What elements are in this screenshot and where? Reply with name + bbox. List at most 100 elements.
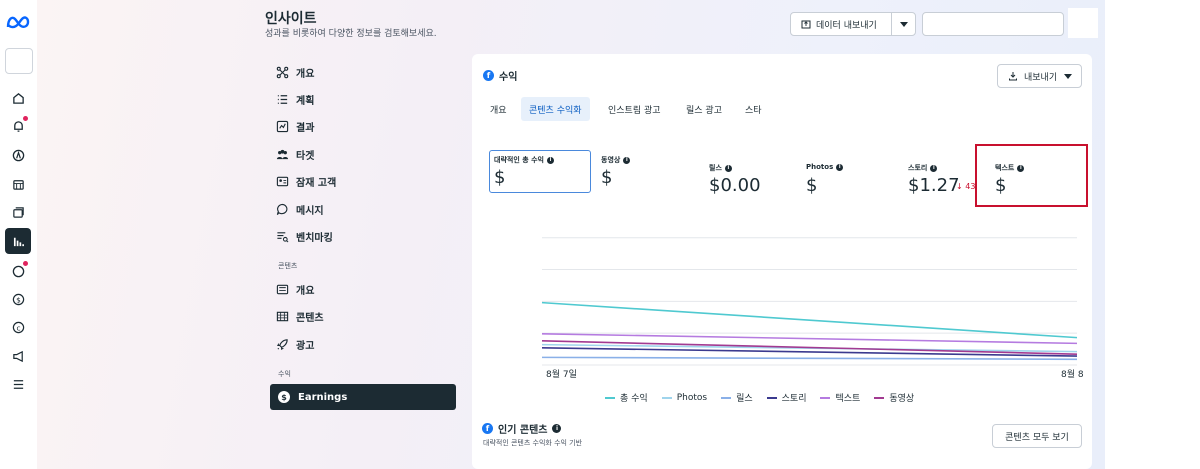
insights-icon[interactable] (5, 228, 31, 254)
info-icon: i (546, 156, 554, 164)
export-label: 내보내기 (1024, 72, 1058, 83)
inbox-bubble-icon[interactable] (8, 261, 28, 281)
nav-item-benchmark[interactable]: 벤치마킹 (276, 227, 333, 245)
legend-label: 동영상 (889, 394, 915, 404)
nav-item-results[interactable]: 결과 (276, 117, 314, 135)
calendar-icon[interactable] (8, 174, 28, 194)
account-switcher[interactable] (5, 48, 33, 74)
legend-item[interactable]: 동영상 (874, 391, 914, 404)
nav-item-label: 개요 (296, 68, 315, 80)
nav-item-ads[interactable]: 광고 (276, 335, 314, 353)
nav-item-label: 개요 (296, 285, 315, 297)
profile-avatar[interactable] (1068, 8, 1098, 38)
nav-section-revenue: 수익 (278, 370, 291, 378)
legend-item[interactable]: 스토리 (766, 391, 807, 404)
content-grid-icon (276, 311, 289, 321)
metric-label: Photos i (806, 163, 844, 171)
nav-item-label: 콘텐츠 (296, 312, 324, 324)
export-data-label: 데이터 내보내기 (816, 20, 877, 31)
audience-icon (276, 149, 289, 159)
overview-icon (276, 66, 289, 78)
meta-logo-icon[interactable] (5, 12, 33, 32)
legend-label: 텍스트 (835, 394, 861, 404)
legend-label: 스토리 (781, 394, 807, 404)
legend-swatch (766, 396, 777, 399)
caret-down-icon (899, 21, 908, 27)
ads-manager-icon[interactable] (8, 145, 28, 165)
export-data-button[interactable]: 데이터 내보내기 (790, 12, 892, 36)
legend-swatch (605, 396, 615, 399)
legend-item[interactable]: 총 수익 (605, 391, 648, 404)
nav-item-messages[interactable]: 메시지 (276, 200, 324, 218)
metric-value: $ (494, 167, 506, 188)
chart-x-tick-label: 8월 8 (1061, 368, 1084, 380)
metric-label: 대략적인 총 수익 i (494, 155, 554, 165)
legend-swatch (820, 396, 831, 399)
metric-label: 동영상 i (601, 155, 631, 165)
menu-hamburger-icon[interactable] (8, 374, 28, 394)
chart-series-line (541, 333, 1078, 345)
tab-stars[interactable]: 스타 (737, 97, 770, 121)
revenue-card-title: 수익 (499, 72, 518, 83)
ads-rocket-icon (277, 338, 288, 350)
legend-item[interactable]: 텍스트 (820, 391, 860, 404)
facebook-icon: f (482, 423, 493, 434)
export-folder-icon (801, 20, 811, 29)
legend-label: 총 수익 (620, 394, 648, 404)
legend-label: Photos (676, 392, 708, 403)
page-title: 인사이트 (265, 11, 317, 27)
nav-item-content-overview[interactable]: 개요 (276, 280, 314, 298)
legend-label: 릴스 (736, 394, 753, 404)
metric-value: $1.27 (908, 175, 960, 196)
earnings-dollar-icon: $ (278, 391, 290, 403)
export-data-dropdown[interactable] (891, 12, 916, 36)
popular-content-subtitle: 대략적인 콘텐츠 수익화 수익 기반 (483, 439, 583, 447)
nav-item-label: 광고 (296, 340, 315, 352)
date-range-selector[interactable] (922, 12, 1064, 36)
benchmark-icon (277, 231, 289, 242)
facebook-icon: f (483, 70, 494, 81)
tab-overview[interactable]: 개요 (482, 97, 515, 121)
tab-content-monetization[interactable]: 콘텐츠 수익화 (521, 97, 590, 121)
svg-text:c: c (16, 323, 20, 332)
nav-item-earnings[interactable]: $ Earnings (270, 384, 456, 410)
results-chart-icon (276, 120, 289, 132)
nav-item-label: 잠재 고객 (296, 177, 337, 189)
chart-legend: 총 수익 Photos 릴스 스토리 텍스트 동영상 (605, 391, 928, 404)
nav-item-potential-customers[interactable]: 잠재 고객 (276, 172, 336, 190)
rights-manager-icon[interactable]: c (8, 317, 28, 337)
metric-value: $ (806, 175, 818, 196)
legend-swatch (661, 396, 672, 399)
home-icon[interactable] (8, 88, 28, 108)
legend-item[interactable]: 릴스 (721, 391, 753, 404)
legend-swatch (721, 396, 732, 399)
caret-down-icon (1064, 73, 1073, 79)
nav-section-content: 콘텐츠 (278, 262, 298, 270)
nav-item-audience[interactable]: 타겟 (276, 145, 314, 163)
popular-content-title: 인기 콘텐츠 i (498, 421, 562, 436)
svg-text:$: $ (16, 295, 21, 304)
export-button[interactable]: 내보내기 (997, 64, 1082, 88)
nav-item-label: 결과 (296, 122, 315, 134)
tab-reels-ads[interactable]: 릴스 광고 (678, 97, 730, 121)
nav-item-overview[interactable]: 개요 (276, 63, 314, 81)
metric-change-badge: ↓ 43 (956, 182, 976, 191)
info-icon: i (836, 163, 844, 171)
highlight-box (975, 144, 1088, 207)
info-icon: i (623, 156, 631, 164)
content-overview-icon (276, 284, 289, 294)
view-all-content-button[interactable]: 콘텐츠 모두 보기 (992, 424, 1082, 448)
ads-megaphone-icon[interactable] (8, 346, 28, 366)
nav-item-plan[interactable]: 계획 (276, 90, 314, 108)
notifications-bell-icon[interactable] (8, 116, 28, 136)
nav-item-content[interactable]: 콘텐츠 (276, 307, 324, 325)
content-library-icon[interactable] (8, 202, 28, 222)
monetization-dollar-icon[interactable]: $ (8, 289, 28, 309)
info-icon: i (552, 424, 562, 433)
legend-item[interactable]: Photos (661, 391, 708, 404)
message-icon (276, 203, 288, 215)
nav-item-label: 벤치마킹 (296, 232, 333, 244)
potential-customer-icon (276, 176, 289, 186)
tab-instream-ads[interactable]: 인스트림 광고 (600, 97, 669, 121)
info-icon: i (930, 164, 938, 172)
